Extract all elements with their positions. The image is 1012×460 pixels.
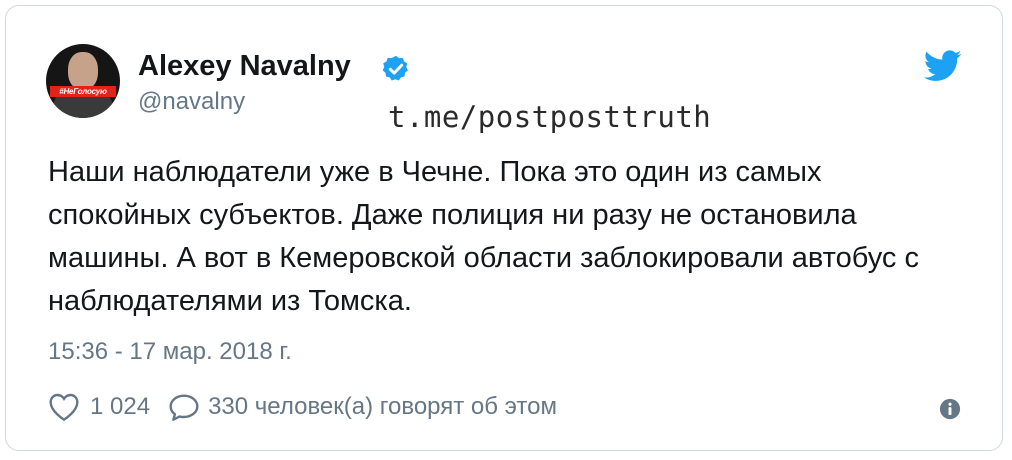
heart-icon[interactable] xyxy=(48,392,80,422)
twitter-bird-icon[interactable] xyxy=(924,50,962,82)
avatar-tag: #НеГолосую xyxy=(50,86,116,97)
verified-badge-icon xyxy=(382,55,408,81)
avatar[interactable]: #НеГолосую xyxy=(46,44,120,118)
author-handle[interactable]: @navalny xyxy=(138,88,245,116)
avatar-head xyxy=(68,52,98,90)
tweet-actions: 1 024 330 человек(а) говорят об этом xyxy=(48,392,557,422)
watermark-text: t.me/postposttruth xyxy=(388,100,712,134)
author-name[interactable]: Alexey Navalny xyxy=(138,50,351,83)
like-count[interactable]: 1 024 xyxy=(90,393,150,421)
info-icon[interactable] xyxy=(939,398,961,420)
comment-bubble-icon[interactable] xyxy=(168,392,200,422)
replies-summary[interactable]: 330 человек(а) говорят об этом xyxy=(208,393,557,421)
tweet-text: Наши наблюдатели уже в Чечне. Пока это о… xyxy=(48,156,919,317)
tweet-timestamp[interactable]: 15:36 - 17 мар. 2018 г. xyxy=(48,338,292,366)
